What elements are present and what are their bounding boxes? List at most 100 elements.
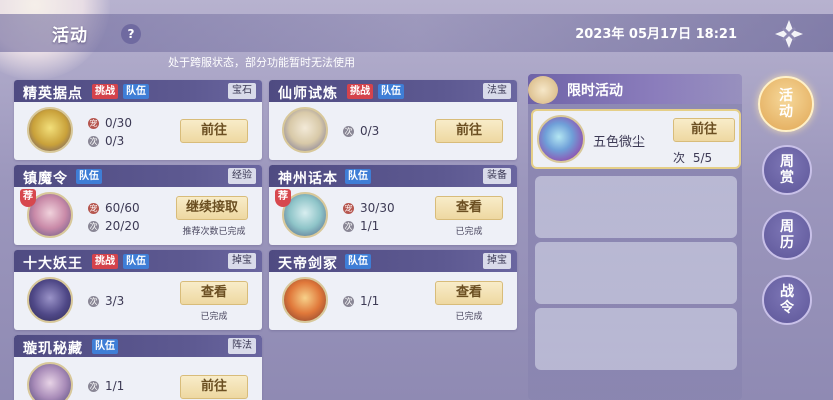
card-header: 镇魔令 队伍 经验	[14, 165, 262, 187]
reward-type: 装备	[483, 168, 511, 184]
reward-type: 法宝	[483, 83, 511, 99]
datetime-display: 2023年 05月17日 18:21	[575, 27, 737, 42]
activity-icon	[27, 277, 73, 323]
activity-icon	[282, 277, 328, 323]
limited-go-button[interactable]: 前往	[673, 118, 735, 142]
stat-count: 次 1/1	[343, 219, 379, 233]
continue-accept-button[interactable]: 继续接取	[176, 196, 248, 220]
activity-card-elite-outpost[interactable]: 精英据点 挑战 队伍 宝石 宠 0/30 次 0/3 前往	[14, 80, 262, 160]
activity-card-xuanji-treasure[interactable]: 璇玑秘藏 队伍 阵法 次 1/1 前往	[14, 335, 262, 400]
activity-card-ten-demon-kings[interactable]: 十大妖王 挑战 队伍 掉宝 次 3/3 查看 已完成	[14, 250, 262, 330]
reward-type: 阵法	[228, 338, 256, 354]
go-button[interactable]: 前往	[435, 119, 503, 143]
stat-value: 60/60	[105, 201, 140, 215]
recommend-badge: 荐	[275, 189, 291, 207]
tag-team: 队伍	[378, 84, 404, 99]
count-icon: 次	[88, 136, 99, 147]
stat-value: 0/3	[360, 124, 380, 138]
view-button[interactable]: 查看	[435, 196, 503, 220]
page-title: 活动	[52, 26, 88, 46]
limited-count: 次 5/5	[673, 149, 712, 166]
card-header: 天帝剑冢 队伍 掉宝	[269, 250, 517, 272]
limited-item-name: 五色微尘	[593, 135, 646, 150]
activity-name: 璇玑秘藏	[23, 341, 83, 357]
activity-card-demon-suppression[interactable]: 镇魔令 队伍 经验 荐 宠 60/60 次 20/20 继续接取 推荐次数已完成	[14, 165, 262, 245]
empty-limited-slot	[535, 242, 737, 304]
activity-name: 仙师试炼	[278, 86, 338, 102]
completion-note: 已完成	[455, 312, 483, 322]
limited-activity-card[interactable]: 五色微尘 前往 次 5/5	[531, 109, 741, 169]
reward-type: 宝石	[228, 83, 256, 99]
completion-note: 已完成	[455, 227, 483, 237]
limited-activity-title: 限时活动	[567, 83, 623, 99]
stat-count: 次 0/3	[88, 134, 124, 148]
tab-label: 周历	[780, 219, 794, 251]
card-header: 神州话本 队伍 装备	[269, 165, 517, 187]
stat-count: 次 0/3	[343, 124, 379, 138]
count-value: 5/5	[692, 151, 713, 165]
count-icon: 次	[343, 221, 354, 232]
activity-name: 镇魔令	[23, 171, 68, 187]
count-icon: 次	[343, 126, 354, 137]
stat-count: 次 3/3	[88, 294, 124, 308]
help-button[interactable]: ?	[121, 24, 141, 44]
tag-team: 队伍	[123, 254, 149, 269]
stat-value: 3/3	[105, 294, 125, 308]
empty-limited-slot	[535, 308, 737, 370]
limited-emblem-icon	[528, 76, 558, 104]
activity-name: 十大妖王	[23, 256, 83, 272]
count-label: 次	[673, 151, 686, 165]
stat-value: 0/3	[105, 134, 125, 148]
completion-note: 推荐次数已完成	[182, 227, 246, 237]
stat-value: 0/30	[105, 116, 132, 130]
activity-name: 天帝剑冢	[278, 256, 338, 272]
tab-weekly-reward[interactable]: 周赏	[762, 145, 812, 195]
tab-activity[interactable]: 活动	[758, 76, 814, 132]
stat-value: 1/1	[105, 379, 125, 393]
pet-icon: 宠	[343, 203, 354, 214]
stat-count: 次 1/1	[88, 379, 124, 393]
stat-value: 20/20	[105, 219, 140, 233]
pet-icon: 宠	[88, 118, 99, 129]
pet-icon: 宠	[88, 203, 99, 214]
go-button[interactable]: 前往	[180, 375, 248, 399]
tab-label: 活动	[779, 88, 793, 120]
five-color-dust-icon	[537, 115, 585, 163]
tag-team: 队伍	[345, 254, 371, 269]
activity-card-immortal-trial[interactable]: 仙师试炼 挑战 队伍 法宝 次 0/3 前往	[269, 80, 517, 160]
stat-pet: 宠 60/60	[88, 201, 140, 215]
reward-type: 掉宝	[483, 253, 511, 269]
count-icon: 次	[88, 381, 99, 392]
completion-note: 已完成	[200, 312, 228, 322]
stat-count: 次 20/20	[88, 219, 140, 233]
count-icon: 次	[88, 296, 99, 307]
tag-team: 队伍	[92, 339, 118, 354]
view-button[interactable]: 查看	[180, 281, 248, 305]
tag-team: 队伍	[345, 169, 371, 184]
count-icon: 次	[88, 221, 99, 232]
tag-team: 队伍	[76, 169, 102, 184]
recommend-badge: 荐	[20, 189, 36, 207]
activity-card-shenzhou-story[interactable]: 神州话本 队伍 装备 荐 宠 30/30 次 1/1 查看 已完成	[269, 165, 517, 245]
tag-challenge: 挑战	[92, 254, 118, 269]
limited-activity-header	[528, 74, 742, 104]
close-button[interactable]	[773, 18, 805, 50]
card-header: 仙师试炼 挑战 队伍 法宝	[269, 80, 517, 102]
card-header: 精英据点 挑战 队伍 宝石	[14, 80, 262, 102]
activity-icon	[27, 362, 73, 400]
tab-battle-pass[interactable]: 战令	[762, 275, 812, 325]
view-button[interactable]: 查看	[435, 281, 503, 305]
card-header: 十大妖王 挑战 队伍 掉宝	[14, 250, 262, 272]
stat-count: 次 1/1	[343, 294, 379, 308]
tag-challenge: 挑战	[92, 84, 118, 99]
activity-name: 神州话本	[278, 171, 338, 187]
activity-card-emperor-sword-tomb[interactable]: 天帝剑冢 队伍 掉宝 次 1/1 查看 已完成	[269, 250, 517, 330]
activity-icon	[282, 107, 328, 153]
reward-type: 经验	[228, 168, 256, 184]
activity-name: 精英据点	[23, 86, 83, 102]
card-header: 璇玑秘藏 队伍 阵法	[14, 335, 262, 357]
go-button[interactable]: 前往	[180, 119, 248, 143]
count-icon: 次	[343, 296, 354, 307]
tab-weekly-calendar[interactable]: 周历	[762, 210, 812, 260]
close-icon	[775, 20, 803, 48]
